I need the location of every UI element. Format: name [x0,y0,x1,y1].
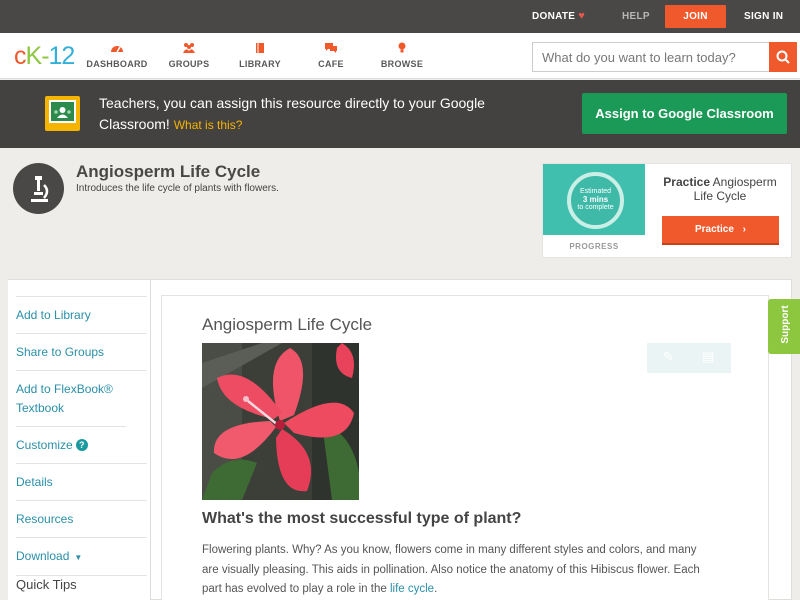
practice-title-bold: Practice [663,175,710,189]
heart-icon: ♥ [578,10,586,22]
customize-label: Customize [16,438,73,452]
nav-dashboard-label: DASHBOARD [86,59,148,69]
google-classroom-icon [45,96,80,131]
search-button[interactable] [769,42,797,72]
search-icon [776,50,790,64]
sidebar-item-download[interactable]: Download ▼ [16,538,147,576]
nav-browse-label: BROWSE [380,59,424,69]
support-label: Support [780,305,791,344]
estimated-mins: 3 mins [582,195,609,204]
progress-ring: Estimated 3 mins to complete [567,172,624,229]
sidebar: Add to Library Share to Groups Add to Fl… [8,280,151,600]
paragraph-text: Flowering plants. Why? As you know, flow… [202,544,700,595]
classroom-banner-text: Teachers, you can assign this resource d… [99,93,519,136]
article-paragraph: Flowering plants. Why? As you know, flow… [202,541,712,600]
chevron-right-icon: › [742,224,747,235]
ck12-logo[interactable]: cK-12 [14,42,75,70]
nav-cafe-label: CAFE [318,59,344,69]
nav-cafe[interactable]: CAFE [291,33,371,79]
help-link[interactable]: HELP [622,0,650,33]
library-icon [256,43,264,53]
download-label: Download [16,549,70,563]
what-is-this-link[interactable]: What is this? [174,118,243,132]
notes-icon[interactable]: ▤ [702,349,714,365]
assign-google-classroom-button[interactable]: Assign to Google Classroom [582,93,787,134]
donate-label: DONATE [532,11,576,22]
sidebar-item-resources[interactable]: Resources [16,501,147,538]
join-button[interactable]: JOIN [665,5,726,28]
sidebar-menu: Add to Library Share to Groups Add to Fl… [16,296,147,576]
practice-card: Estimated 3 mins to complete PROGRESS Pr… [542,163,792,258]
estimated-label: Estimated [579,188,612,195]
article-tools: ✎ ▤ [647,343,731,373]
nav-groups[interactable]: GROUPS [149,33,229,79]
practice-title: Practice Angiosperm Life Cycle [655,175,785,203]
sidebar-item-details[interactable]: Details [16,464,147,501]
nav-dashboard[interactable]: DASHBOARD [77,33,157,79]
sidebar-item-customize[interactable]: Customize? [16,427,147,464]
nav-browse[interactable]: BROWSE [362,33,442,79]
classroom-message: Teachers, you can assign this resource d… [99,95,485,132]
help-icon[interactable]: ? [75,439,88,451]
article: Angiosperm Life Cycle ✎ ▤ What's the mos… [161,295,769,600]
support-tab[interactable]: Support [768,299,800,354]
pencil-icon[interactable]: ✎ [663,349,674,365]
search-input[interactable] [532,42,770,72]
practice-button[interactable]: Practice › [662,216,779,245]
page-title: Angiosperm Life Cycle [76,162,261,181]
sidebar-item-add-to-library[interactable]: Add to Library [16,297,147,334]
article-title: Angiosperm Life Cycle [202,315,373,334]
microscope-icon [13,163,64,214]
sidebar-item-share-to-groups[interactable]: Share to Groups [16,334,147,371]
top-bar: DONATE ♥ HELP JOIN SIGN IN [0,0,800,33]
cafe-icon [325,43,337,53]
quick-tips-heading[interactable]: Quick Tips [16,577,77,592]
dashboard-icon [111,46,123,53]
sidebar-item-add-to-flexbook[interactable]: Add to FlexBook® Textbook [16,371,126,427]
browse-icon [398,42,406,53]
article-heading: What's the most successful type of plant… [202,510,522,527]
progress-graphic: Estimated 3 mins to complete [543,164,645,235]
life-cycle-link[interactable]: life cycle [390,583,434,595]
donate-link[interactable]: DONATE ♥ [532,0,585,33]
groups-icon [183,43,195,53]
nav-library[interactable]: LIBRARY [220,33,300,79]
nav-groups-label: GROUPS [168,59,210,69]
to-complete-label: to complete [577,204,614,211]
page-subtitle: Introduces the life cycle of plants with… [76,183,279,194]
progress-label: PROGRESS [569,242,619,251]
hibiscus-image [202,343,359,500]
nav-library-label: LIBRARY [239,59,281,69]
main-nav: cK-12 DASHBOARD GROUPS LIBRARY CAFE BROW… [0,33,800,79]
practice-button-label: Practice [694,224,734,235]
caret-down-icon: ▼ [74,553,83,562]
paragraph-end: . [434,583,438,595]
sign-in-link[interactable]: SIGN IN [744,0,783,33]
